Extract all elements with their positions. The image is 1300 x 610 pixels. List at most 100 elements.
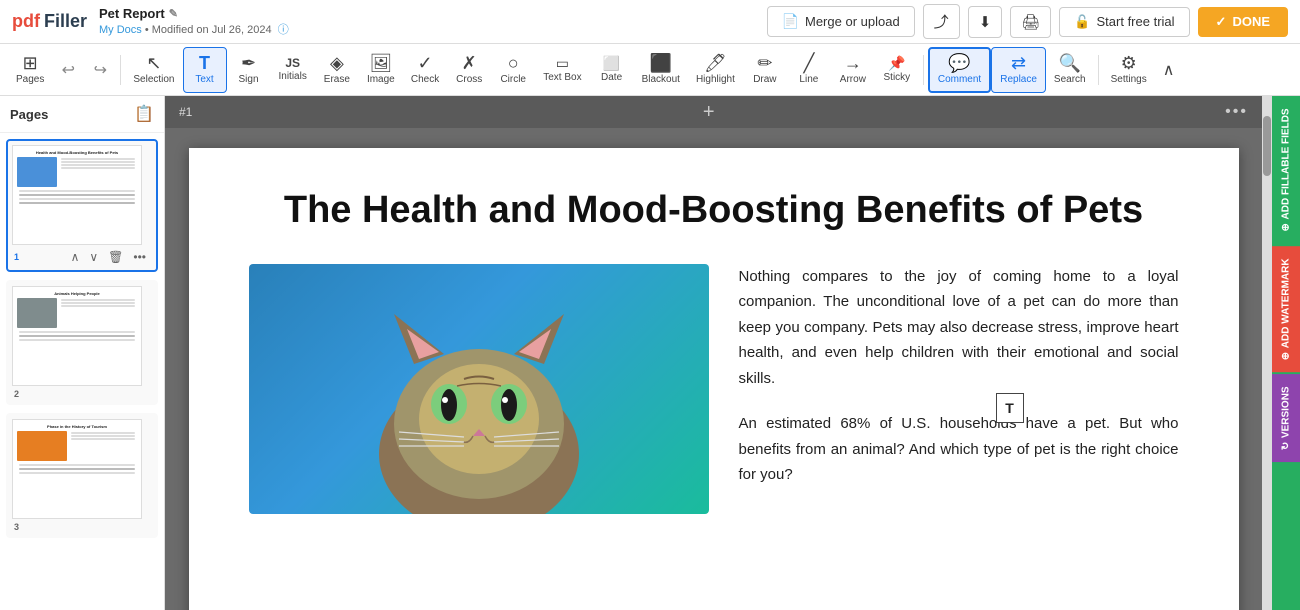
thumb-line [61,302,135,304]
thumb-controls-2: 2 [12,386,152,399]
done-button[interactable]: ✓ DONE [1198,7,1288,37]
tool-sticky[interactable]: 📌 Sticky [875,47,919,93]
textbox-icon: ▭ [556,56,569,70]
scroll-track[interactable] [1262,96,1272,610]
add-fillable-fields-tab[interactable]: ⊕ ADD FILLABLE FIELDS [1272,96,1300,244]
page-number-1: 1 [14,252,19,262]
watermark-icon: ⊕ [1281,351,1292,359]
start-free-trial-button[interactable]: 🔓 Start free trial [1059,7,1189,37]
blackout-label: Blackout [642,74,680,85]
search-label: Search [1054,74,1086,85]
merge-upload-button[interactable]: 📄 Merge or upload [767,6,915,37]
page-up-button[interactable]: ∧ [67,248,84,266]
page-more-button[interactable]: ••• [129,248,150,266]
scroll-thumb[interactable] [1263,116,1271,176]
highlight-label: Highlight [696,74,735,85]
thumb-line [19,339,135,341]
done-checkmark-icon: ✓ [1216,14,1227,30]
cross-icon: ✗ [462,54,477,72]
tool-sign[interactable]: ✒ Sign [227,47,271,93]
page-thumb-inner-2: Animals Helping People [12,286,142,386]
pdf-add-button[interactable]: + [703,101,715,124]
add-watermark-label: ADD WATERMARK [1281,258,1292,348]
redo-button[interactable]: ↪ [84,47,116,93]
blackout-icon: ⬛ [650,54,672,72]
add-watermark-tab[interactable]: ⊕ ADD WATERMARK [1272,246,1300,372]
undo-redo-group: ↩ ↪ [52,47,116,93]
textbox-label: Text Box [543,72,581,83]
tool-erase[interactable]: ◈ Erase [315,47,359,93]
tool-initials[interactable]: JS Initials [271,47,315,93]
tool-cross[interactable]: ✗ Cross [447,47,491,93]
info-icon: ⓘ [278,24,289,36]
tool-text[interactable]: T Text [183,47,227,93]
cross-label: Cross [456,74,482,85]
page-thumbnail-1[interactable]: Health and Mood-Boosting Benefits of Pet… [6,139,158,272]
text-annotation-cursor: T [996,393,1024,423]
tool-arrow[interactable]: → Arrow [831,47,875,93]
check-icon: ✓ [417,54,432,72]
draw-icon: ✏ [757,54,772,72]
pdf-page-title: The Health and Mood-Boosting Benefits of… [249,188,1179,234]
tool-settings[interactable]: ⚙ Settings [1103,47,1155,93]
add-fillable-label: ADD FILLABLE FIELDS [1281,108,1292,219]
tool-comment[interactable]: 💬 Comment [928,47,991,93]
tool-circle[interactable]: ○ Circle [491,47,535,93]
toolbar-separator-3 [1098,55,1099,85]
thumb-line [19,335,135,337]
pdf-more-options-button[interactable]: ••• [1225,103,1248,121]
image-icon: 🖼 [369,54,392,72]
tool-selection[interactable]: ↖ Selection [125,47,182,93]
edit-title-icon[interactable]: ✎ [169,7,178,20]
sidebar-add-page-button[interactable]: 📋 [134,104,154,124]
logo-pdf-text: pdf [12,11,40,32]
sticky-label: Sticky [884,72,911,83]
page-thumbnail-3[interactable]: Phase in the History of Tourism [6,413,158,538]
versions-tab[interactable]: ↻ VERSIONS [1272,374,1300,462]
download-button[interactable]: ⬇ [968,6,1003,38]
thumb-line [61,305,135,307]
file-icon: 📄 [782,13,799,30]
tool-highlight[interactable]: 🖊 Highlight [688,47,743,93]
pdf-cat-image [249,264,709,514]
share-button[interactable]: ⤴ [923,4,960,39]
my-docs-link[interactable]: My Docs [99,24,142,36]
thumb-line [19,464,135,466]
thumb-line [61,164,135,166]
print-button[interactable]: 🖨 [1010,6,1051,38]
pages-list: Health and Mood-Boosting Benefits of Pet… [0,133,164,610]
doc-info: Pet Report ✎ My Docs • Modified on Jul 2… [99,6,289,37]
download-icon: ⬇ [979,13,992,31]
undo-button[interactable]: ↩ [52,47,84,93]
tool-draw[interactable]: ✏ Draw [743,47,787,93]
thumb-line [19,202,135,204]
replace-label: Replace [1000,74,1037,85]
line-label: Line [799,74,818,85]
tool-line[interactable]: ╱ Line [787,47,831,93]
tool-search[interactable]: 🔍 Search [1046,47,1094,93]
tool-date[interactable]: ⬜ Date [590,47,634,93]
initials-icon: JS [285,57,300,69]
tool-replace[interactable]: ⇄ Replace [991,47,1046,93]
merge-upload-label: Merge or upload [805,14,900,29]
tool-textbox[interactable]: ▭ Text Box [535,47,589,93]
page-delete-button[interactable]: 🗑 [104,248,127,266]
share-icon: ⤴ [934,11,949,32]
tool-blackout[interactable]: ⬛ Blackout [634,47,688,93]
modified-date: Modified on Jul 26, 2024 [152,24,272,36]
thumb-line [61,167,135,169]
page-down-button[interactable]: ∨ [85,248,102,266]
tool-pages[interactable]: ⊞ Pages [8,47,52,93]
page-thumbnail-2[interactable]: Animals Helping People [6,280,158,405]
erase-label: Erase [324,74,350,85]
toolbar-collapse-button[interactable]: ∧ [1155,47,1183,93]
pdf-content-row: Nothing compares to the joy of coming ho… [249,264,1179,514]
left-sidebar: Pages 📋 Health and Mood-Boosting Benefit… [0,96,165,610]
thumb-content-1: Health and Mood-Boosting Benefits of Pet… [13,146,141,244]
tool-check[interactable]: ✓ Check [403,47,447,93]
line-icon: ╱ [803,54,814,72]
thumb-content-2: Animals Helping People [13,287,141,385]
pages-icon: ⊞ [23,54,38,72]
tool-image[interactable]: 🖼 Image [359,47,403,93]
thumb-line [19,468,135,470]
